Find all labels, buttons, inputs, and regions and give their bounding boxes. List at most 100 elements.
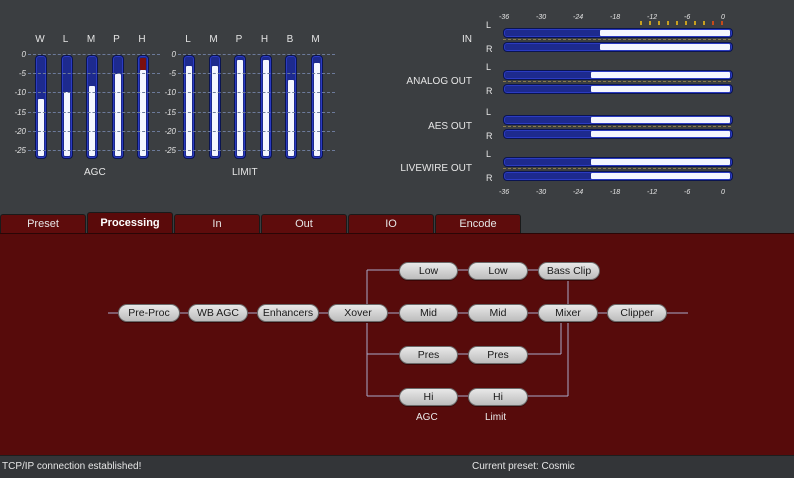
limit-scale-tick-2: -10 xyxy=(164,88,176,98)
level-meter-1-R xyxy=(503,84,733,94)
limit-grid-line-2 xyxy=(178,92,335,94)
limit-grid-line-4 xyxy=(178,130,335,132)
limit-meter-fill-5 xyxy=(313,63,320,156)
mixer-node[interactable]: Mixer xyxy=(538,304,598,322)
limit-low-node[interactable]: Low xyxy=(468,262,528,280)
limit-scale-tick-4: -20 xyxy=(164,126,176,136)
agc-scale-tick-4: -20 xyxy=(14,126,26,136)
tab-encode[interactable]: Encode xyxy=(435,214,521,233)
tab-out[interactable]: Out xyxy=(261,214,347,233)
level-channel-label-0-L: L xyxy=(486,20,492,30)
agc-meter-bar-2 xyxy=(86,55,98,159)
level-peak-tick-9 xyxy=(721,21,723,25)
limit-scale-tick-5: -25 xyxy=(164,146,176,155)
tab-processing[interactable]: Processing xyxy=(87,212,173,234)
level-meter-fill-2-L xyxy=(591,117,730,123)
agc-channel-label-0: W xyxy=(35,34,45,45)
limit-column-label: Limit xyxy=(485,412,507,423)
level-meter-2-R xyxy=(503,129,733,139)
level-scale-bottom-0: -36 xyxy=(499,189,510,196)
limit-meter-fill-3 xyxy=(262,60,269,156)
level-meter-fill-1-L xyxy=(591,72,730,78)
agc-low-node[interactable]: Low xyxy=(399,262,458,280)
tab-io[interactable]: IO xyxy=(348,214,434,233)
level-meter-3-R xyxy=(503,171,733,181)
level-tick-row-1 xyxy=(503,81,731,82)
level-group-label-2: AES OUT xyxy=(428,121,472,132)
agc-meter-bar-1 xyxy=(60,55,73,159)
level-group-label-0: IN xyxy=(462,34,472,45)
agc-meter-bar-0 xyxy=(35,55,47,159)
bass-clip-node[interactable]: Bass Clip xyxy=(538,262,600,280)
level-meter-fill-1-R xyxy=(591,86,730,92)
agc-grid-line-4 xyxy=(28,130,160,132)
limit-meter-fill-4 xyxy=(288,80,294,156)
limit-grid-line-5 xyxy=(178,150,335,151)
level-scale-bottom-4: -12 xyxy=(647,189,658,196)
level-channel-label-1-R: R xyxy=(486,86,493,96)
level-tick-row-0 xyxy=(503,39,731,40)
level-peak-tick-7 xyxy=(703,21,705,25)
level-meter-3-L xyxy=(503,157,733,167)
level-scale-top-6: 0 xyxy=(721,14,725,21)
agc-meter-fill-4 xyxy=(140,70,146,156)
level-channel-label-2-L: L xyxy=(486,107,492,117)
level-scale-top-0: -36 xyxy=(499,14,510,21)
level-channel-label-3-L: L xyxy=(486,149,492,159)
agc-scale-tick-2: -10 xyxy=(14,88,26,98)
limit-meter-bar-3 xyxy=(259,55,272,159)
agc-channel-label-1: L xyxy=(62,34,69,45)
limit-scale-tick-0: 0 xyxy=(171,50,176,59)
limit-grid-line-0 xyxy=(178,54,335,55)
level-meter-1-L xyxy=(503,70,733,80)
level-meter-2-L xyxy=(503,115,733,125)
limit-pres-node[interactable]: Pres xyxy=(468,346,528,364)
limit-channel-label-4: B xyxy=(286,34,294,45)
limit-mid-node[interactable]: Mid xyxy=(468,304,528,322)
limit-grid-line-3 xyxy=(178,111,335,113)
agc-hi-node[interactable]: Hi xyxy=(399,388,458,406)
level-tick-row-2 xyxy=(503,126,731,127)
meters-area: W L M P H 0 -5 -10 -15 -20 -25 AGC L M P H B M 0 -5 -10 -15… xyxy=(0,0,794,212)
level-peak-tick-2 xyxy=(658,21,660,25)
agc-meter-peak-4 xyxy=(140,58,146,70)
clipper-node[interactable]: Clipper xyxy=(607,304,667,322)
tab-preset[interactable]: Preset xyxy=(0,214,86,233)
tab-in[interactable]: In xyxy=(174,214,260,233)
status-bar: TCP/IP connection established! Current p… xyxy=(0,455,794,478)
level-meter-fill-0-L xyxy=(600,30,730,36)
agc-pres-node[interactable]: Pres xyxy=(399,346,458,364)
level-meter-0-R xyxy=(503,42,733,52)
level-tick-row-3 xyxy=(503,168,731,169)
limit-channel-label-3: H xyxy=(260,34,269,45)
level-scale-bottom-3: -18 xyxy=(610,189,621,196)
level-scale-bottom-5: -6 xyxy=(684,189,691,196)
agc-meter-bar-4 xyxy=(137,55,149,159)
enhancers-node[interactable]: Enhancers xyxy=(257,304,319,322)
level-peak-tick-8 xyxy=(712,21,714,25)
limit-scale-tick-3: -15 xyxy=(164,107,176,117)
agc-channel-label-3: P xyxy=(113,34,120,45)
agc-grid-line-3 xyxy=(28,111,160,113)
level-group-label-1: ANALOG OUT xyxy=(406,76,472,87)
wb-agc-node[interactable]: WB AGC xyxy=(188,304,248,322)
pre-proc-node[interactable]: Pre-Proc xyxy=(118,304,180,322)
agc-meter-fill-1 xyxy=(63,92,70,156)
agc-meter-fill-2 xyxy=(89,86,95,156)
level-meter-0-L xyxy=(503,28,733,38)
limit-channel-label-0: L xyxy=(185,34,191,45)
xover-node[interactable]: Xover xyxy=(328,304,388,322)
level-scale-bottom-2: -24 xyxy=(573,189,584,196)
limit-meter-bar-1 xyxy=(208,55,221,159)
limit-label: LIMIT xyxy=(232,167,258,178)
agc-scale-tick-5: -25 xyxy=(14,146,26,155)
limit-meter-bar-2 xyxy=(234,55,246,159)
agc-scale-tick-1: -5 xyxy=(18,69,26,79)
level-channel-label-0-R: R xyxy=(486,44,493,54)
limit-hi-node[interactable]: Hi xyxy=(468,388,528,406)
limit-meter-fill-2 xyxy=(237,60,243,156)
agc-scale-tick-3: -15 xyxy=(14,107,26,117)
agc-mid-node[interactable]: Mid xyxy=(399,304,458,322)
level-scale-top-2: -24 xyxy=(573,14,584,21)
limit-scale-tick-1: -5 xyxy=(168,69,176,79)
